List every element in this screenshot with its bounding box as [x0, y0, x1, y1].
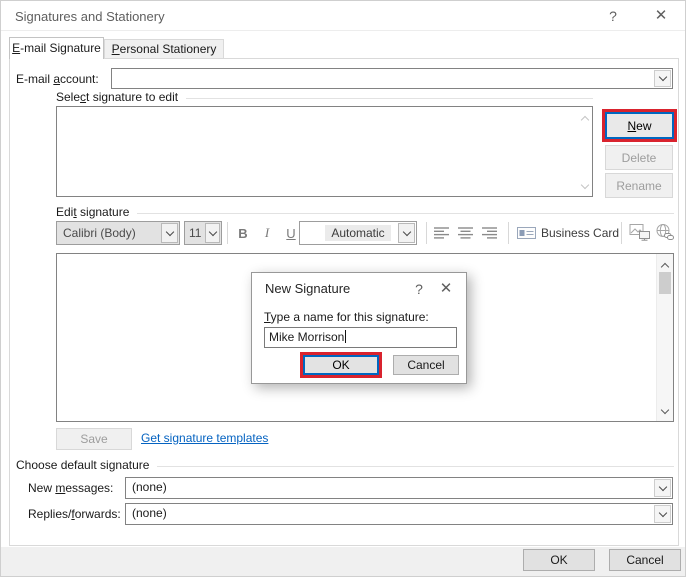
replies-forwards-value: (none) — [132, 506, 167, 520]
scroll-up-icon[interactable] — [580, 112, 590, 126]
save-button[interactable]: Save — [56, 428, 132, 450]
align-left-icon[interactable] — [433, 226, 450, 240]
signatures-stationery-dialog: Signatures and Stationery ? ✕ E-mail Sig… — [0, 0, 686, 577]
group-rule — [157, 465, 674, 467]
editor-scrollbar[interactable] — [656, 254, 673, 421]
font-size-value: 11 — [189, 226, 202, 240]
business-card-button[interactable]: Business Card — [517, 223, 619, 243]
dialog-footer: OK Cancel — [1, 547, 685, 576]
scroll-up-icon[interactable] — [660, 259, 670, 273]
font-name-combobox[interactable]: Calibri (Body) — [56, 221, 180, 245]
new-messages-combobox[interactable]: (none) — [125, 477, 673, 499]
chevron-down-icon[interactable] — [654, 70, 671, 87]
new-signature-dialog: New Signature ? ✕ Type a name for this s… — [251, 272, 467, 384]
edit-signature-group-header: Edit signature — [56, 205, 674, 219]
chevron-down-icon[interactable] — [205, 223, 220, 243]
ok-button[interactable]: OK — [523, 549, 595, 571]
font-color-combobox[interactable]: Automatic — [299, 221, 417, 245]
new-button[interactable]: New — [605, 112, 674, 139]
scroll-down-icon[interactable] — [580, 177, 590, 191]
replies-forwards-label: Replies/forwards: — [28, 507, 121, 521]
new-messages-value: (none) — [132, 480, 167, 494]
help-icon[interactable]: ? — [598, 1, 628, 31]
bold-button[interactable]: B — [232, 221, 254, 245]
font-name-value: Calibri (Body) — [63, 226, 136, 240]
align-right-icon[interactable] — [481, 226, 498, 240]
annotation-box-new: New — [602, 109, 677, 142]
signature-name-input[interactable]: Mike Morrison — [264, 327, 457, 348]
chevron-down-icon[interactable] — [398, 223, 415, 243]
email-account-label: E-mail account: — [16, 72, 99, 86]
business-card-icon — [517, 226, 536, 240]
rename-button[interactable]: Rename — [605, 173, 673, 198]
signature-name-label: Type a name for this signature: — [264, 310, 429, 324]
group-rule — [137, 212, 674, 214]
toolbar-separator — [426, 222, 427, 244]
toolbar-separator — [227, 222, 228, 244]
italic-button[interactable]: I — [256, 221, 278, 245]
popup-ok-button[interactable]: OK — [303, 355, 379, 375]
popup-cancel-button[interactable]: Cancel — [393, 355, 459, 375]
toolbar-separator — [508, 222, 509, 244]
tab-label: -mail Signature — [20, 41, 101, 55]
business-card-label: Business Card — [541, 226, 620, 240]
chevron-down-icon[interactable] — [161, 223, 178, 243]
font-color-value: Automatic — [325, 225, 391, 241]
title-bar: Signatures and Stationery ? ✕ — [1, 1, 685, 31]
tab-personal-stationery[interactable]: Personal Stationery — [104, 39, 224, 58]
tab-label: P — [111, 42, 120, 56]
popup-close-icon[interactable]: ✕ — [435, 276, 457, 302]
dialog-title: Signatures and Stationery — [15, 9, 165, 24]
select-signature-group-header: Select signature to edit — [56, 90, 593, 104]
close-icon[interactable]: ✕ — [646, 1, 676, 31]
choose-default-group-header: Choose default signature — [16, 458, 674, 472]
popup-title: New Signature — [265, 281, 351, 296]
signature-listbox[interactable] — [56, 106, 593, 197]
insert-picture-icon[interactable] — [629, 224, 651, 241]
email-account-combobox[interactable] — [111, 68, 673, 89]
font-size-combobox[interactable]: 11 — [184, 221, 222, 245]
scrollbar-thumb[interactable] — [659, 272, 671, 294]
tab-label: ersonal Stationery — [119, 42, 217, 56]
get-signature-templates-link[interactable]: Get signature templates — [141, 431, 268, 445]
insert-hyperlink-icon[interactable] — [655, 223, 674, 240]
text-caret — [345, 330, 347, 343]
replies-forwards-combobox[interactable]: (none) — [125, 503, 673, 525]
toolbar-separator — [621, 222, 622, 244]
popup-help-icon[interactable]: ? — [408, 276, 430, 302]
cancel-button[interactable]: Cancel — [609, 549, 681, 571]
scroll-down-icon[interactable] — [660, 402, 670, 416]
signature-name-value: Mike Morrison — [269, 330, 345, 344]
annotation-box-ok: OK — [300, 352, 382, 378]
new-messages-label: New messages: — [28, 481, 114, 495]
delete-button[interactable]: Delete — [605, 145, 673, 170]
tab-label: E — [12, 41, 21, 55]
align-center-icon[interactable] — [457, 226, 474, 240]
chevron-down-icon[interactable] — [654, 479, 671, 497]
tab-email-signature[interactable]: E-mail Signature — [9, 37, 104, 59]
chevron-down-icon[interactable] — [654, 505, 671, 523]
group-rule — [186, 97, 593, 99]
